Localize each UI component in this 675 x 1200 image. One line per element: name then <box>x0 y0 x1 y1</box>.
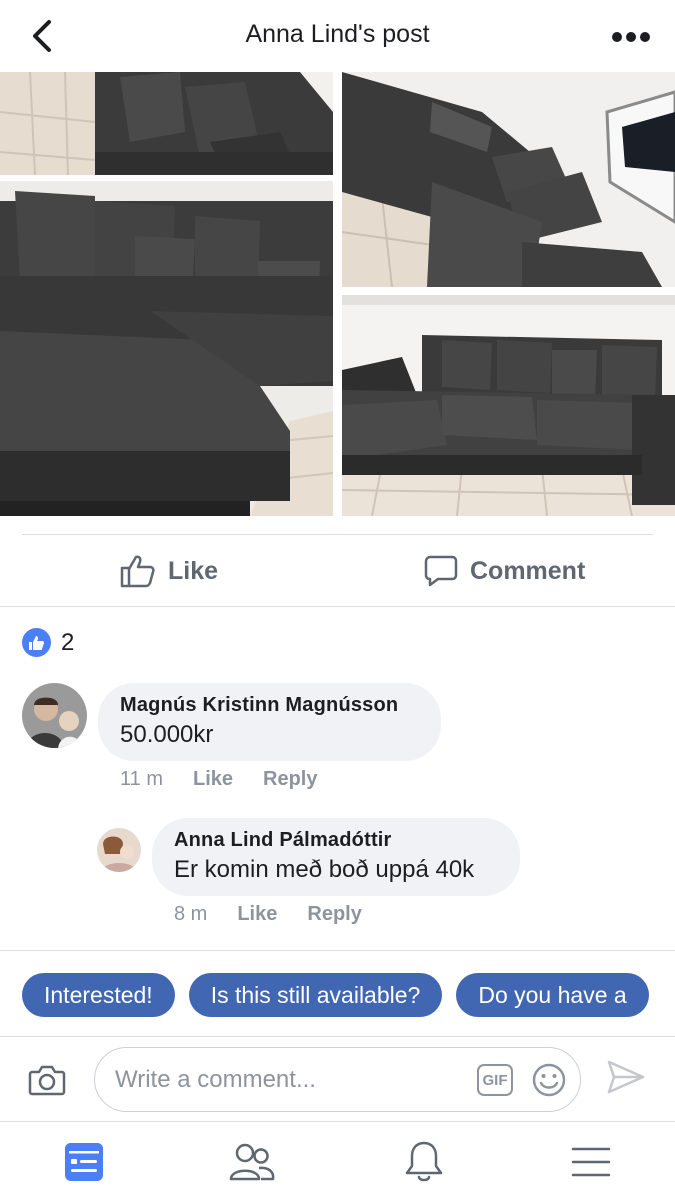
reaction-count: 2 <box>61 628 75 656</box>
more-horizontal-icon <box>612 32 650 42</box>
comment-time: 11 m <box>120 768 163 790</box>
emoji-button[interactable] <box>531 1062 567 1098</box>
feed-icon <box>65 1143 103 1181</box>
bottom-tab-bar <box>0 1121 675 1200</box>
comment-author[interactable]: Anna Lind Pálmadóttir <box>174 829 498 852</box>
comment-text: Er komin með boð uppá 40k <box>174 856 475 883</box>
comment-meta: 11 m Like Reply <box>120 768 317 791</box>
comment-composer[interactable]: GIF <box>94 1047 581 1112</box>
comment-time: 8 m <box>174 903 208 925</box>
comment-like-link[interactable]: Like <box>237 903 277 926</box>
camera-icon <box>28 1065 66 1096</box>
comment-like-link[interactable]: Like <box>193 768 233 791</box>
divider <box>22 534 653 535</box>
top-bar: Anna Lind's post <box>0 0 675 72</box>
reaction-summary[interactable]: 2 <box>22 628 74 657</box>
comment-text: 50.000kr <box>120 721 214 748</box>
comment-reply-link[interactable]: Reply <box>307 903 361 926</box>
camera-button[interactable] <box>26 1059 68 1101</box>
page-title: Anna Lind's post <box>245 20 430 48</box>
like-label: Like <box>168 556 219 585</box>
comment-reply-link[interactable]: Reply <box>263 768 317 791</box>
divider <box>0 1036 675 1037</box>
send-button[interactable] <box>606 1059 650 1101</box>
sofa-photo-3[interactable] <box>342 72 675 287</box>
divider <box>0 606 675 607</box>
comment-button[interactable]: Comment <box>424 548 585 594</box>
notifications-icon <box>405 1141 443 1182</box>
comment-bubble[interactable]: Anna Lind Pálmadóttir Er komin með boð u… <box>152 818 520 896</box>
like-reaction-icon <box>22 628 51 657</box>
avatar[interactable] <box>22 683 87 748</box>
quick-replies: Interested! Is this still available? Do … <box>22 973 649 1017</box>
like-button[interactable]: Like <box>120 548 218 594</box>
sofa-photo-1[interactable] <box>0 72 333 175</box>
emoji-icon <box>532 1063 566 1097</box>
comment-input[interactable] <box>115 1062 455 1098</box>
comment-bubble[interactable]: Magnús Kristinn Magnússon 50.000kr <box>98 683 441 761</box>
divider <box>0 950 675 951</box>
gif-button[interactable]: GIF <box>477 1064 513 1096</box>
tab-feed[interactable] <box>60 1138 108 1186</box>
sofa-photo-2[interactable] <box>0 181 333 516</box>
quick-reply-chip[interactable]: Do you have a <box>456 973 649 1017</box>
avatar[interactable] <box>97 828 141 872</box>
quick-reply-chip[interactable]: Is this still available? <box>188 973 443 1017</box>
sofa-photo-4[interactable] <box>342 295 675 516</box>
thumbs-up-icon <box>120 555 155 588</box>
tab-notifications[interactable] <box>400 1138 448 1186</box>
send-icon <box>607 1060 645 1094</box>
comment-meta: 8 m Like Reply <box>174 903 362 926</box>
tab-menu[interactable] <box>567 1138 615 1186</box>
friends-icon <box>229 1143 275 1181</box>
comment-icon <box>424 555 458 587</box>
tab-friends[interactable] <box>228 1138 276 1186</box>
comment-label: Comment <box>470 556 586 585</box>
comment-author[interactable]: Magnús Kristinn Magnússon <box>120 694 419 717</box>
menu-icon <box>571 1147 611 1177</box>
quick-reply-chip[interactable]: Interested! <box>22 973 175 1017</box>
more-options-button[interactable] <box>609 22 653 52</box>
